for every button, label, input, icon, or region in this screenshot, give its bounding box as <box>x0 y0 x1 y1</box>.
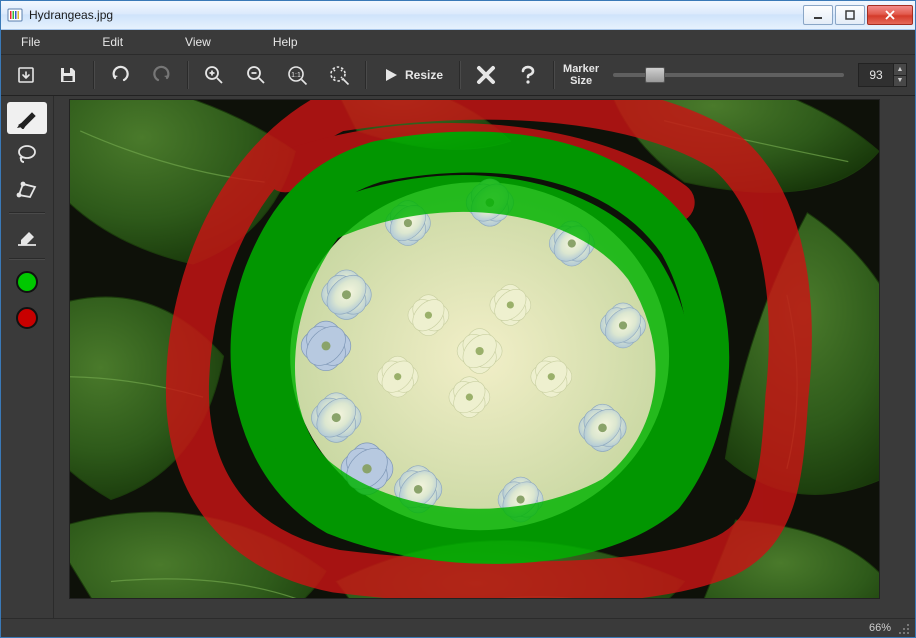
window-title: Hydrangeas.jpg <box>29 8 803 22</box>
lasso-tool[interactable] <box>7 138 47 170</box>
menubar: File Edit View Help <box>1 30 915 54</box>
menu-help[interactable]: Help <box>261 30 318 54</box>
marker-size-spinner[interactable]: ▲ ▼ <box>858 63 907 87</box>
resize-label: Resize <box>405 68 443 82</box>
help-button[interactable] <box>511 60 545 90</box>
x-icon <box>476 65 496 85</box>
zoom-fit-button[interactable] <box>323 60 357 90</box>
zoom-in-button[interactable] <box>197 60 231 90</box>
titlebar[interactable]: Hydrangeas.jpg <box>1 1 915 30</box>
canvas-area <box>54 96 915 618</box>
background-swatch <box>16 307 38 329</box>
menu-edit[interactable]: Edit <box>90 30 143 54</box>
clear-button[interactable] <box>469 60 503 90</box>
undo-button[interactable] <box>103 60 137 90</box>
statusbar: 66% <box>1 618 915 637</box>
slider-thumb[interactable] <box>645 67 665 83</box>
spinner-down[interactable]: ▼ <box>894 76 906 87</box>
marker-size-label: Marker Size <box>563 63 599 87</box>
eraser-icon <box>15 225 39 247</box>
marker-size-slider[interactable] <box>613 65 844 85</box>
redo-button[interactable] <box>145 60 179 90</box>
foreground-swatch <box>16 271 38 293</box>
polygon-tool[interactable] <box>7 174 47 206</box>
lasso-icon <box>15 143 39 165</box>
resize-grip[interactable] <box>897 622 909 634</box>
workspace <box>1 96 915 618</box>
eraser-tool[interactable] <box>7 220 47 252</box>
zoom-actual-button[interactable]: 1:1 <box>281 60 315 90</box>
foreground-color[interactable] <box>7 266 47 298</box>
save-button[interactable] <box>51 60 85 90</box>
resize-button[interactable]: Resize <box>375 60 451 90</box>
background-color[interactable] <box>7 302 47 334</box>
menu-view[interactable]: View <box>173 30 231 54</box>
spinner-up[interactable]: ▲ <box>894 64 906 76</box>
close-button[interactable] <box>867 5 913 25</box>
app-window: Hydrangeas.jpg File Edit View Help <box>0 0 916 638</box>
side-toolbar <box>1 96 54 618</box>
marker-icon <box>15 107 39 129</box>
open-button[interactable] <box>9 60 43 90</box>
toolbar: 1:1 Resize <box>1 54 915 96</box>
menu-file[interactable]: File <box>9 30 60 54</box>
maximize-button[interactable] <box>835 5 865 25</box>
app-icon <box>7 7 23 23</box>
polygon-icon <box>15 179 39 201</box>
question-icon <box>519 65 537 85</box>
vertical-scrollbar[interactable] <box>882 100 899 598</box>
window-controls <box>803 5 913 25</box>
svg-text:1:1: 1:1 <box>291 72 301 79</box>
play-icon <box>383 67 399 83</box>
minimize-button[interactable] <box>803 5 833 25</box>
canvas[interactable] <box>70 100 879 598</box>
zoom-out-button[interactable] <box>239 60 273 90</box>
marker-size-input[interactable] <box>859 64 893 86</box>
zoom-level: 66% <box>869 622 891 634</box>
marker-tool[interactable] <box>7 102 47 134</box>
